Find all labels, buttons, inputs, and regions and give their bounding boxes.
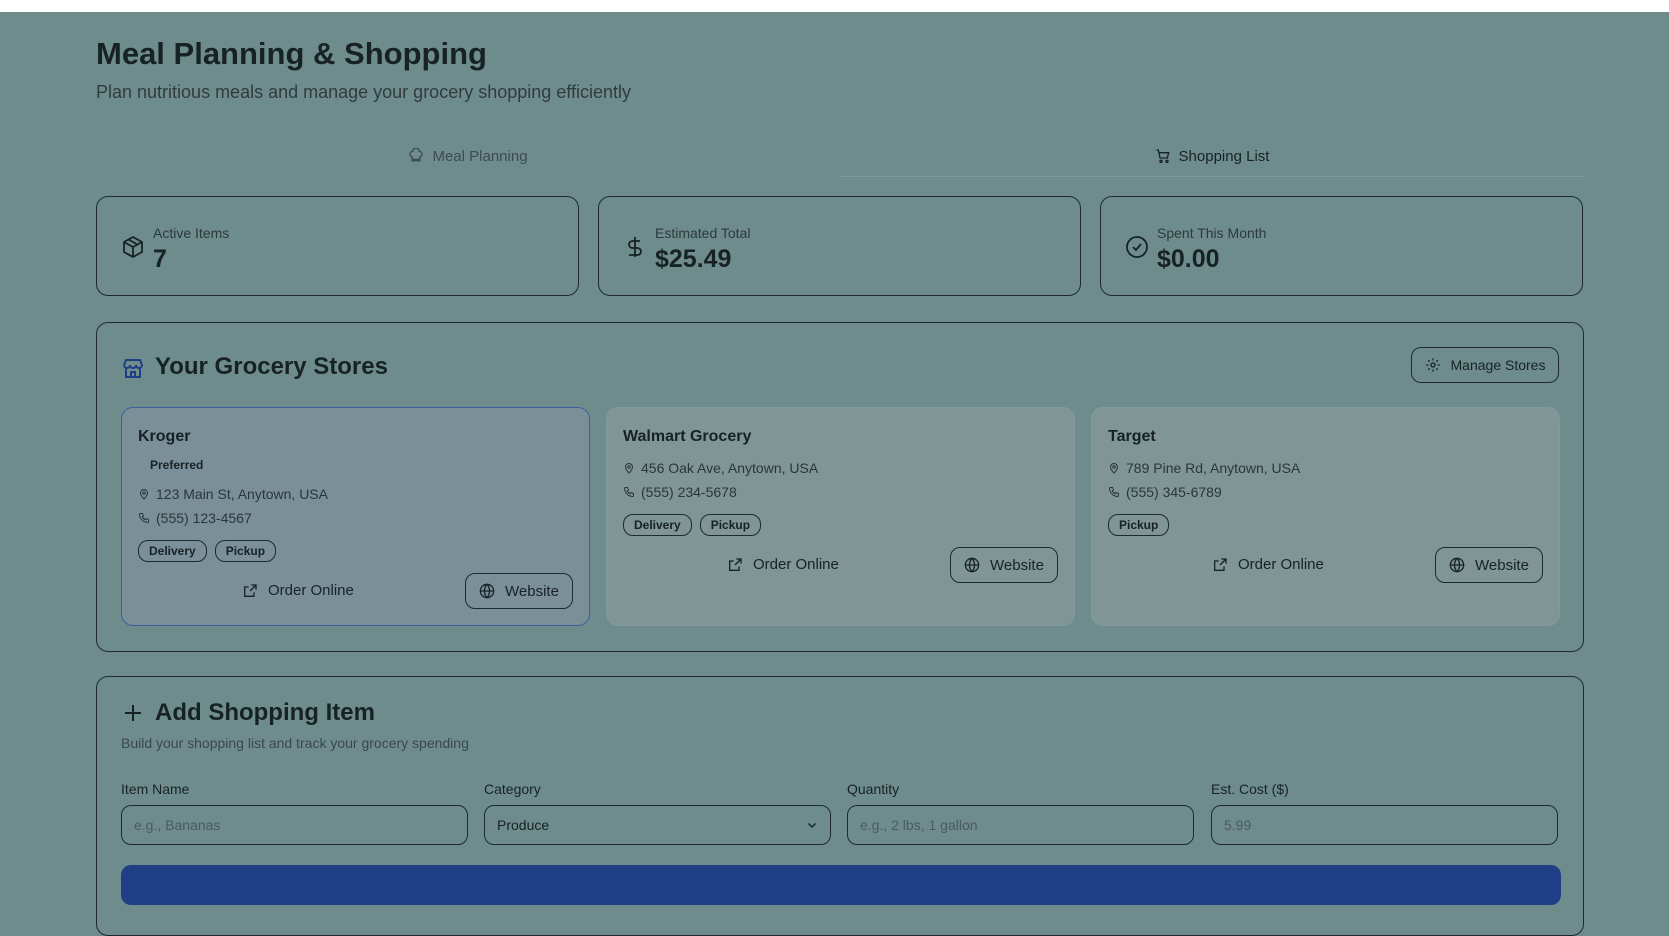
stat-label: Active Items [153,225,230,241]
store-phone: (555) 345-6789 [1108,484,1222,500]
store-address: 456 Oak Ave, Anytown, USA [623,460,818,476]
store-card-target[interactable]: Target 789 Pine Rd, Anytown, USA (555) 3… [1091,407,1560,626]
store-name: Target [1108,428,1156,445]
stat-card-estimated-total: Estimated Total $25.49 [598,196,1081,296]
service-badges: Delivery Pickup [138,540,277,562]
service-badges: Delivery Pickup [623,514,762,536]
service-badges: Pickup [1108,514,1170,536]
service-badge-pickup: Pickup [1108,514,1170,536]
stat-card-spent-this-month: Spent This Month $0.00 [1100,196,1583,296]
add-item-title: Add Shopping Item [155,699,375,726]
map-pin-icon [624,463,634,474]
tab-shopping-list-label: Shopping List [1178,147,1270,165]
store-icon [123,359,143,378]
manage-stores-label: Manage Stores [1450,357,1546,373]
cost-label: Est. Cost ($) [1211,781,1289,797]
package-icon [123,235,143,259]
grocery-stores-card: Your Grocery Stores Manage Stores Kroger… [96,322,1584,652]
cost-input[interactable]: 5.99 [1211,805,1558,845]
gear-icon [1425,358,1440,372]
item-name-input[interactable]: e.g., Bananas [121,805,468,845]
external-link-icon [729,557,742,571]
check-circle-icon [1126,236,1148,258]
cart-icon [1155,149,1170,163]
stat-value: $0.00 [1157,245,1220,273]
phone-icon [138,513,149,524]
top-bar [0,0,1669,12]
website-label: Website [1475,556,1529,574]
map-pin-icon [139,489,149,500]
store-phone: (555) 234-5678 [623,484,737,500]
category-value: Produce [497,817,550,833]
chevron-down-icon [807,822,817,829]
phone-icon [623,487,634,498]
page-title: Meal Planning & Shopping [96,36,487,71]
globe-icon [479,583,495,599]
globe-icon [964,557,980,573]
tab-shopping-list[interactable]: Shopping List [840,136,1584,177]
order-online-label: Order Online [1238,556,1324,573]
plus-icon [125,705,141,721]
order-online-button[interactable]: Order Online [1212,556,1324,573]
external-link-icon [244,583,257,597]
add-item-button[interactable] [121,865,1561,905]
tab-meal-planning[interactable]: Meal Planning [96,136,840,176]
website-button[interactable]: Website [950,547,1058,583]
website-label: Website [990,556,1044,574]
quantity-label: Quantity [847,781,900,797]
service-badge-pickup: Pickup [214,540,277,562]
stat-value: 7 [153,245,167,273]
external-link-icon [1214,557,1227,571]
phone-icon [1108,487,1119,498]
chef-hat-icon [409,148,424,162]
phone-text: (555) 123-4567 [156,510,252,526]
manage-stores-button[interactable]: Manage Stores [1411,347,1559,383]
website-label: Website [505,582,559,600]
category-label: Category [484,781,541,797]
stat-label: Estimated Total [655,225,751,241]
phone-text: (555) 345-6789 [1126,484,1222,500]
stores-title: Your Grocery Stores [155,353,388,380]
store-address: 123 Main St, Anytown, USA [138,486,328,502]
page-subtitle: Plan nutritious meals and manage your gr… [96,82,631,102]
address-text: 456 Oak Ave, Anytown, USA [641,460,819,476]
address-text: 789 Pine Rd, Anytown, USA [1126,460,1301,476]
stat-label: Spent This Month [1157,225,1267,241]
tab-bar: Meal Planning Shopping List [96,136,1584,180]
tab-meal-planning-label: Meal Planning [432,147,528,165]
add-shopping-item-card: Add Shopping Item Build your shopping li… [96,676,1584,936]
store-card-walmart-grocery[interactable]: Walmart Grocery 456 Oak Ave, Anytown, US… [606,407,1075,626]
service-badge-delivery: Delivery [623,514,692,536]
stat-value: $25.49 [655,245,732,273]
order-online-label: Order Online [268,582,354,599]
stat-card-active-items: Active Items 7 [96,196,579,296]
globe-icon [1449,557,1465,573]
address-text: 123 Main St, Anytown, USA [156,486,328,502]
quantity-input[interactable]: e.g., 2 lbs, 1 gallon [847,805,1194,845]
dollar-icon [628,237,642,257]
service-badge-delivery: Delivery [138,540,207,562]
store-phone: (555) 123-4567 [138,510,252,526]
store-address: 789 Pine Rd, Anytown, USA [1108,460,1300,476]
order-online-label: Order Online [753,556,839,573]
category-select[interactable]: Produce [484,805,831,845]
phone-text: (555) 234-5678 [641,484,737,500]
store-card-kroger[interactable]: Kroger Preferred 123 Main St, Anytown, U… [121,407,590,626]
store-name: Kroger [138,428,191,445]
service-badge-pickup: Pickup [699,514,762,536]
website-button[interactable]: Website [465,573,573,609]
store-name: Walmart Grocery [623,428,752,445]
preferred-badge: Preferred [150,458,204,472]
website-button[interactable]: Website [1435,547,1543,583]
order-online-button[interactable]: Order Online [727,556,839,573]
item-name-label: Item Name [121,781,190,797]
order-online-button[interactable]: Order Online [242,582,354,599]
map-pin-icon [1109,463,1119,474]
add-item-subtitle: Build your shopping list and track your … [121,735,469,751]
